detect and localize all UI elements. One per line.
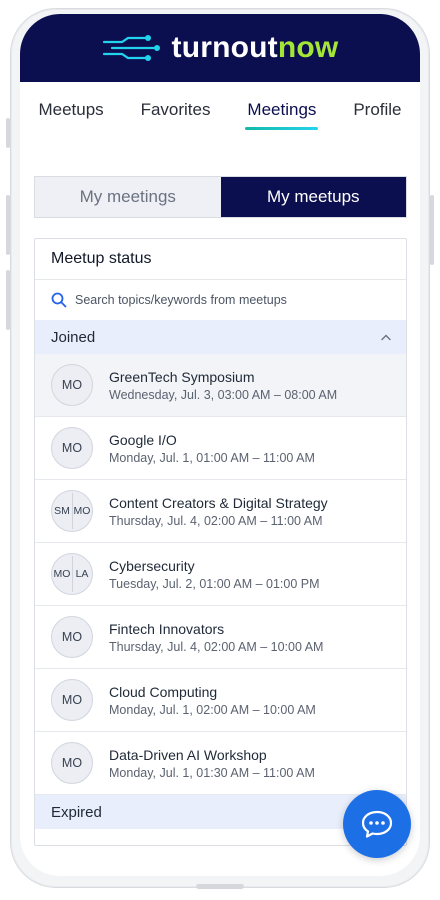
avatar: MO: [51, 364, 93, 406]
avatar: MO: [51, 616, 93, 658]
meetup-title: Data-Driven AI Workshop: [109, 746, 267, 763]
meetup-title: Content Creators & Digital Strategy: [109, 494, 328, 511]
chat-button[interactable]: [343, 790, 411, 858]
joined-section-header[interactable]: Joined: [35, 320, 406, 354]
avatar-group: SM MO: [51, 490, 93, 532]
tab-meetings[interactable]: Meetings: [245, 100, 319, 130]
phone-side-button: [430, 195, 434, 265]
avatar: MO: [51, 742, 93, 784]
avatar-initials: SM: [54, 505, 70, 517]
expired-label: Expired: [51, 803, 102, 821]
my-meetings-button[interactable]: My meetings: [35, 177, 221, 217]
tab-profile[interactable]: Profile: [351, 100, 403, 130]
meetup-time: Thursday, Jul. 4, 02:00 AM – 11:00 AM: [109, 513, 323, 528]
meetings-segment-control: My meetings My meetups: [34, 176, 407, 218]
my-meetups-button[interactable]: My meetups: [220, 177, 406, 217]
search-input[interactable]: Search topics/keywords from meetups: [35, 280, 406, 320]
phone-side-button: [6, 195, 10, 255]
meetup-title: Google I/O: [109, 431, 177, 448]
brand-turnout: turnout: [171, 31, 278, 64]
meetup-time: Monday, Jul. 1, 02:00 AM – 10:00 AM: [109, 702, 316, 717]
meetup-time: Monday, Jul. 1, 01:00 AM – 11:00 AM: [109, 450, 315, 465]
meetup-row-greentech[interactable]: MO GreenTech Symposium Wednesday, Jul. 3…: [35, 354, 406, 417]
avatar-initials: MO: [73, 505, 91, 517]
tab-meetups[interactable]: Meetups: [36, 100, 105, 130]
meetup-time: Thursday, Jul. 4, 02:00 AM – 10:00 AM: [109, 639, 324, 654]
chat-bubble-icon: [361, 810, 393, 838]
meetup-status-card: Meetup status Search topics/keywords fro…: [34, 238, 407, 846]
meetup-time: Wednesday, Jul. 3, 03:00 AM – 08:00 AM: [109, 387, 338, 402]
chevron-up-icon[interactable]: [380, 333, 392, 341]
brand-now: now: [277, 31, 339, 64]
avatar-initials: MO: [61, 756, 83, 770]
search-icon: [51, 292, 67, 308]
avatar-initials: MO: [61, 378, 83, 392]
joined-label: Joined: [51, 328, 96, 346]
avatar-initials: MO: [61, 693, 83, 707]
meetup-title: Fintech Innovators: [109, 620, 225, 637]
phone-side-button: [6, 270, 10, 330]
avatar-initials: MO: [61, 630, 83, 644]
circuit-logo-icon: [102, 35, 160, 61]
meetup-row-google-io[interactable]: MO Google I/O Monday, Jul. 1, 01:00 AM –…: [35, 417, 406, 480]
meetup-time: Monday, Jul. 1, 01:30 AM – 11:00 AM: [109, 765, 315, 780]
app-screen: turnoutnow Meetups Favorites Meetings Pr…: [20, 14, 420, 876]
avatar-initials: LA: [75, 568, 89, 580]
tab-favorites[interactable]: Favorites: [139, 100, 213, 130]
avatar: MO: [51, 427, 93, 469]
meetup-row-data-driven-ai[interactable]: MO Data-Driven AI Workshop Monday, Jul. …: [35, 732, 406, 795]
avatar-group: MO LA: [51, 553, 93, 595]
meetup-row-fintech[interactable]: MO Fintech Innovators Thursday, Jul. 4, …: [35, 606, 406, 669]
meetup-title: GreenTech Symposium: [109, 368, 255, 385]
top-nav: Meetups Favorites Meetings Profile: [20, 100, 420, 140]
avatar-initials: MO: [53, 568, 71, 580]
meetup-row-content-creators[interactable]: SM MO Content Creators & Digital Strateg…: [35, 480, 406, 543]
avatar-initials: MO: [61, 441, 83, 455]
meetup-row-cloud-computing[interactable]: MO Cloud Computing Monday, Jul. 1, 02:00…: [35, 669, 406, 732]
brand-logo: turnoutnow: [172, 31, 339, 65]
app-header: turnoutnow: [20, 14, 420, 82]
meetup-row-cybersecurity[interactable]: MO LA Cybersecurity Tuesday, Jul. 2, 01:…: [35, 543, 406, 606]
home-indicator: [196, 884, 244, 889]
card-title: Meetup status: [35, 239, 406, 280]
meetup-time: Tuesday, Jul. 2, 01:00 AM – 01:00 PM: [109, 576, 320, 591]
meetup-title: Cloud Computing: [109, 683, 218, 700]
search-placeholder: Search topics/keywords from meetups: [75, 293, 287, 307]
phone-side-button: [6, 118, 10, 148]
meetup-title: Cybersecurity: [109, 557, 195, 574]
avatar: MO: [51, 679, 93, 721]
